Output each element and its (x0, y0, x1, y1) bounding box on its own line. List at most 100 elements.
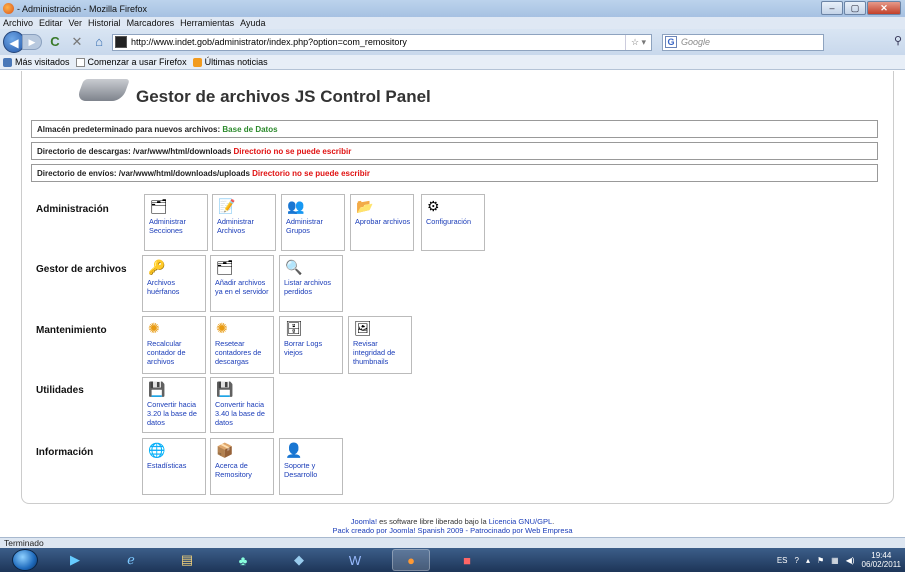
taskbar-app2-icon[interactable]: ■ (448, 549, 486, 571)
menu-marcadores[interactable]: Marcadores (127, 18, 175, 28)
section-administracion: Administración (36, 204, 109, 215)
tile-revisar-thumbnails[interactable]: 🖼 Revisar integridad de thumbnails (348, 316, 412, 374)
taskbar-ie-icon[interactable]: ℯ (112, 549, 150, 571)
menu-archivo[interactable]: Archivo (3, 18, 33, 28)
page-title: Gestor de archivos JS Control Panel (136, 87, 431, 106)
status-error: Directorio no se puede escribir (233, 146, 352, 156)
tile-anadir-archivos[interactable]: 🗂 Añadir archivos ya en el servidor (210, 255, 274, 312)
support-icon: 👤 (285, 442, 303, 458)
flag-icon[interactable]: ⚑ (817, 556, 824, 565)
close-button[interactable]: ✕ (867, 1, 901, 15)
stats-icon: 🌐 (148, 442, 166, 458)
most-visited-icon (3, 57, 12, 67)
taskbar-media-player-icon[interactable]: ▶ (56, 549, 94, 571)
gpl-link[interactable]: Licencia GNU/GPL (489, 517, 552, 526)
page-icon (75, 57, 85, 67)
url-text: http://www.indet.gob/administrator/index… (131, 37, 407, 47)
thumbnails-icon: 🖼 (354, 320, 372, 336)
help-icon[interactable]: ? (795, 556, 799, 565)
window-titlebar: - Administración - Mozilla Firefox – ▢ ✕ (0, 0, 905, 17)
taskbar-firefox-icon[interactable]: ● (392, 549, 430, 571)
menu-editar[interactable]: Editar (39, 18, 63, 28)
approve-folder-icon: 📂 (356, 198, 374, 214)
search-icon[interactable]: ⚲ (894, 34, 902, 47)
tile-convertir-320[interactable]: 💾 Convertir hacia 3.20 la base de datos (142, 377, 206, 433)
tile-configuracion[interactable]: ⚙ Configuración (421, 194, 485, 251)
info-downloads-dir: Directorio de descargas: /var/www/html/d… (31, 142, 878, 160)
taskbar-app-icon[interactable]: ◆ (280, 549, 318, 571)
forward-button[interactable]: ▶ (22, 34, 42, 50)
menu-bar: Archivo Editar Ver Historial Marcadores … (0, 17, 905, 29)
status-bar: Terminado (0, 537, 905, 548)
windows-taskbar: ▶ ℯ ▤ ♣ ◆ W ● ■ ES ? ▴ ⚑ ▦ ◀) 19:44 06/0… (0, 548, 905, 572)
lost-files-icon: 🔍 (285, 259, 303, 275)
tile-administrar-grupos[interactable]: 👥 Administrar Grupos (281, 194, 345, 251)
tile-listar-perdidos[interactable]: 🔍 Listar archivos perdidos (279, 255, 343, 312)
orphan-files-icon: 🔑 (148, 259, 166, 275)
add-files-icon: 🗂 (216, 259, 234, 275)
tile-recalcular[interactable]: ✺ Recalcular contador de archivos (142, 316, 206, 374)
status-error: Directorio no se puede escribir (252, 168, 370, 178)
group-icon: 👥 (287, 198, 305, 214)
footer-line-2[interactable]: Pack creado por Joomla! Spanish 2009 - P… (0, 526, 905, 535)
minimize-button[interactable]: – (821, 1, 843, 15)
tile-aprobar-archivos[interactable]: 📂 Aprobar archivos (350, 194, 414, 251)
convert-icon: 💾 (216, 381, 234, 397)
start-button[interactable] (12, 549, 38, 571)
section-gestor-archivos: Gestor de archivos (36, 264, 127, 275)
convert-icon: 💾 (148, 381, 166, 397)
folder-icon: 🗂 (150, 198, 168, 214)
google-icon[interactable]: G (665, 36, 677, 48)
taskbar-explorer-icon[interactable]: ▤ (168, 549, 206, 571)
volume-icon[interactable]: ◀) (846, 556, 855, 565)
section-utilidades: Utilidades (36, 385, 84, 396)
stop-icon[interactable]: ✕ (68, 33, 86, 51)
bookmark-star-icon[interactable]: ☆ ▾ (625, 34, 651, 50)
tile-administrar-secciones[interactable]: 🗂 Administrar Secciones (144, 194, 208, 251)
menu-herramientas[interactable]: Herramientas (180, 18, 234, 28)
joomla-link[interactable]: Joomla! (351, 517, 377, 526)
page-footer: Joomla! es software libre liberado bajo … (0, 517, 905, 535)
delete-logs-icon: 🗄 (285, 320, 303, 336)
tile-acerca-de[interactable]: 📦 Acerca de Remository (210, 438, 274, 495)
recalc-icon: ✺ (148, 320, 160, 336)
language-indicator[interactable]: ES (777, 556, 788, 565)
maximize-button[interactable]: ▢ (844, 1, 866, 15)
taskbar-word-icon[interactable]: W (336, 549, 374, 571)
tile-borrar-logs[interactable]: 🗄 Borrar Logs viejos (279, 316, 343, 374)
address-bar[interactable]: http://www.indet.gob/administrator/index… (112, 33, 652, 51)
tile-soporte[interactable]: 👤 Soporte y Desarrollo (279, 438, 343, 495)
bookmark-comenzar[interactable]: Comenzar a usar Firefox (75, 57, 187, 67)
footer-line-1: Joomla! es software libre liberado bajo … (350, 517, 555, 526)
tile-resetear[interactable]: ✺ Resetear contadores de descargas (210, 316, 274, 374)
clock[interactable]: 19:44 06/02/2011 (862, 551, 901, 569)
section-mantenimiento: Mantenimiento (36, 325, 107, 336)
reload-icon[interactable]: C (46, 33, 64, 51)
tile-administrar-archivos[interactable]: 📝 Administrar Archivos (212, 194, 276, 251)
menu-ver[interactable]: Ver (69, 18, 83, 28)
window-controls: – ▢ ✕ (821, 1, 901, 15)
section-informacion: Información (36, 447, 94, 458)
reset-icon: ✺ (216, 320, 228, 336)
bookmark-noticias[interactable]: Últimas noticias (192, 57, 268, 67)
bookmark-mas-visitados[interactable]: Más visitados (3, 57, 70, 67)
home-icon[interactable]: ⌂ (90, 33, 108, 51)
tray-arrow-icon[interactable]: ▴ (806, 556, 810, 565)
tile-archivos-huerfanos[interactable]: 🔑 Archivos huérfanos (142, 255, 206, 312)
search-input[interactable]: G Google (662, 33, 824, 51)
config-icon: ⚙ (427, 198, 440, 214)
taskbar-messenger-icon[interactable]: ♣ (224, 549, 262, 571)
system-tray: ES ? ▴ ⚑ ▦ ◀) 19:44 06/02/2011 (777, 551, 905, 569)
menu-historial[interactable]: Historial (88, 18, 121, 28)
status-ok: Base de Datos (222, 124, 278, 134)
search-placeholder: Google (681, 37, 711, 47)
rss-icon (192, 57, 202, 67)
bookmarks-bar: Más visitados Comenzar a usar Firefox Úl… (0, 55, 905, 70)
network-icon[interactable]: ▦ (831, 556, 839, 565)
info-storage: Almacén predeterminado para nuevos archi… (31, 120, 878, 138)
tile-estadisticas[interactable]: 🌐 Estadísticas (142, 438, 206, 495)
navigation-toolbar: ◀ ▶ C ✕ ⌂ http://www.indet.gob/administr… (0, 29, 905, 55)
page-content: Gestor de archivos JS Control Panel Alma… (0, 71, 905, 537)
tile-convertir-340[interactable]: 💾 Convertir hacia 3.40 la base de datos (210, 377, 274, 433)
menu-ayuda[interactable]: Ayuda (240, 18, 265, 28)
